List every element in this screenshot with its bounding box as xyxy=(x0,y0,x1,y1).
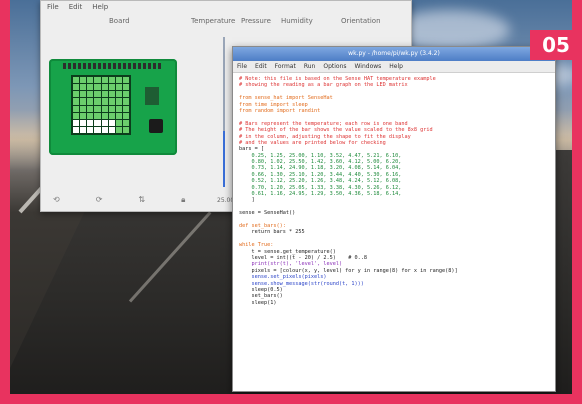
led-pixel xyxy=(108,126,115,133)
led-pixel xyxy=(94,112,101,119)
desktop-screen: File Edit Help Board Temperature Pressur… xyxy=(10,0,572,394)
led-pixel xyxy=(108,105,115,112)
photo-frame: File Edit Help Board Temperature Pressur… xyxy=(0,0,582,404)
led-pixel xyxy=(122,112,129,119)
led-pixel xyxy=(115,91,122,98)
led-pixel xyxy=(122,84,129,91)
editor-menu-run[interactable]: Run xyxy=(304,63,316,70)
led-matrix xyxy=(71,75,131,135)
temperature-slider-fill xyxy=(223,131,225,187)
led-pixel xyxy=(94,84,101,91)
emulator-footer: ⟲ ⟳ ⇅ 🔒︎ xyxy=(53,195,185,205)
led-pixel xyxy=(115,112,122,119)
board-label: Board xyxy=(109,17,130,25)
joystick[interactable] xyxy=(149,119,163,133)
led-pixel xyxy=(101,126,108,133)
pressure-label: Pressure xyxy=(241,17,271,25)
led-pixel xyxy=(108,112,115,119)
led-pixel xyxy=(80,112,87,119)
led-pixel xyxy=(108,98,115,105)
led-pixel xyxy=(87,112,94,119)
led-pixel xyxy=(101,112,108,119)
led-pixel xyxy=(115,98,122,105)
led-pixel xyxy=(80,126,87,133)
editor-menu-edit[interactable]: Edit xyxy=(255,63,267,70)
editor-menu-help[interactable]: Help xyxy=(389,63,403,70)
led-pixel xyxy=(73,91,80,98)
code-line: sleep(1) xyxy=(239,299,277,306)
led-pixel xyxy=(115,105,122,112)
led-pixel xyxy=(108,119,115,126)
editor-menubar: File Edit Format Run Options Windows Hel… xyxy=(233,61,555,73)
led-pixel xyxy=(87,91,94,98)
led-pixel xyxy=(73,84,80,91)
led-pixel xyxy=(73,126,80,133)
sensor-chip xyxy=(145,87,159,105)
orientation-label: Orientation xyxy=(341,17,381,25)
led-pixel xyxy=(73,105,80,112)
led-pixel xyxy=(87,126,94,133)
led-pixel xyxy=(101,91,108,98)
step-number-badge: 05 xyxy=(530,30,582,60)
flip-icon[interactable]: ⇅ xyxy=(138,195,145,205)
gpio-header xyxy=(63,63,163,69)
led-pixel xyxy=(108,77,115,84)
rotate-right-icon[interactable]: ⟳ xyxy=(96,195,103,205)
led-pixel xyxy=(73,98,80,105)
temperature-label: Temperature xyxy=(191,17,236,25)
emulator-menu-edit[interactable]: Edit xyxy=(69,3,83,13)
led-pixel xyxy=(80,119,87,126)
led-pixel xyxy=(101,98,108,105)
led-pixel xyxy=(73,119,80,126)
rotate-left-icon[interactable]: ⟲ xyxy=(53,195,60,205)
led-pixel xyxy=(80,105,87,112)
humidity-label: Humidity xyxy=(281,17,313,25)
led-pixel xyxy=(80,98,87,105)
led-pixel xyxy=(122,119,129,126)
led-pixel xyxy=(94,77,101,84)
led-pixel xyxy=(80,91,87,98)
led-pixel xyxy=(122,77,129,84)
idle-editor-window[interactable]: wk.py - /home/pi/wk.py (3.4.2) File Edit… xyxy=(232,46,556,392)
editor-menu-format[interactable]: Format xyxy=(275,63,296,70)
led-pixel xyxy=(94,105,101,112)
lock-icon[interactable]: 🔒︎ xyxy=(181,195,185,205)
led-pixel xyxy=(73,112,80,119)
led-pixel xyxy=(122,126,129,133)
sense-hat-board xyxy=(49,59,177,155)
led-pixel xyxy=(87,105,94,112)
led-pixel xyxy=(94,98,101,105)
led-pixel xyxy=(94,119,101,126)
led-pixel xyxy=(115,119,122,126)
led-pixel xyxy=(122,105,129,112)
led-pixel xyxy=(101,84,108,91)
led-pixel xyxy=(122,91,129,98)
code-editor-area[interactable]: # Note: this file is based on the Sense … xyxy=(233,73,555,309)
led-pixel xyxy=(101,119,108,126)
led-pixel xyxy=(108,91,115,98)
led-pixel xyxy=(94,126,101,133)
led-pixel xyxy=(87,84,94,91)
emulator-menubar: File Edit Help xyxy=(41,1,411,15)
led-pixel xyxy=(80,77,87,84)
led-pixel xyxy=(80,84,87,91)
emulator-menu-help[interactable]: Help xyxy=(92,3,108,13)
editor-titlebar: wk.py - /home/pi/wk.py (3.4.2) xyxy=(233,47,555,61)
led-pixel xyxy=(87,77,94,84)
editor-menu-windows[interactable]: Windows xyxy=(355,63,382,70)
led-pixel xyxy=(87,98,94,105)
led-pixel xyxy=(101,105,108,112)
led-pixel xyxy=(94,91,101,98)
led-pixel xyxy=(73,77,80,84)
led-pixel xyxy=(115,84,122,91)
led-pixel xyxy=(115,77,122,84)
led-pixel xyxy=(87,119,94,126)
led-pixel xyxy=(115,126,122,133)
editor-menu-file[interactable]: File xyxy=(237,63,247,70)
led-pixel xyxy=(108,84,115,91)
led-pixel xyxy=(101,77,108,84)
emulator-menu-file[interactable]: File xyxy=(47,3,59,13)
led-pixel xyxy=(122,98,129,105)
editor-menu-options[interactable]: Options xyxy=(323,63,346,70)
